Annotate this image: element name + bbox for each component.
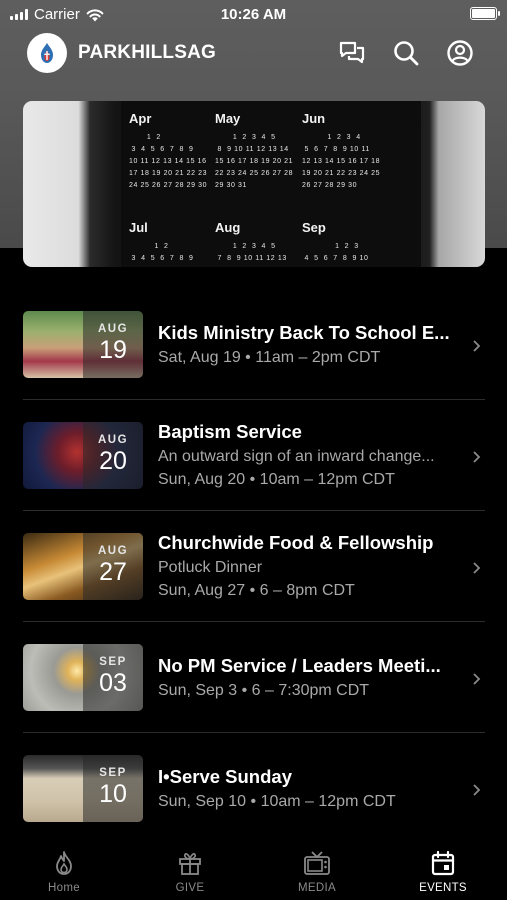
event-date-badge: SEP 03 [83, 644, 143, 711]
event-datetime: Sun, Sep 10 • 10am – 12pm CDT [158, 793, 396, 810]
status-bar: Carrier 10:26 AM [0, 0, 507, 30]
event-title: Baptism Service [158, 421, 302, 442]
tab-label: MEDIA [298, 882, 336, 894]
tab-bar: Home GIVE MEDIA EVENTS [0, 838, 507, 900]
battery-icon [470, 7, 500, 20]
event-subtitle: Potluck Dinner [158, 559, 263, 576]
chevron-right-icon [473, 562, 481, 574]
hero-image: Apr 1 2 3 4 5 6 7 8 9 10 11 12 13 14 15 … [23, 101, 485, 267]
event-datetime: Sun, Aug 27 • 6 – 8pm CDT [158, 582, 355, 599]
event-title: Kids Ministry Back To School E... [158, 322, 450, 343]
event-date-badge: AUG 20 [83, 422, 143, 489]
event-item[interactable]: AUG 20 Baptism Service An outward sign o… [23, 400, 485, 511]
church-logo[interactable] [27, 33, 67, 73]
event-item[interactable]: SEP 03 No PM Service / Leaders Meeti... … [23, 622, 485, 733]
app-header: PARKHILLSAG [0, 33, 507, 73]
flame-logo-icon [41, 43, 53, 63]
chat-icon[interactable] [338, 39, 366, 67]
tab-label: GIVE [175, 882, 205, 894]
chevron-right-icon [473, 673, 481, 685]
calendar-month: Jun 1 2 3 4 5 6 7 8 9 10 11 12 13 14 15 … [302, 111, 381, 189]
event-title: No PM Service / Leaders Meeti... [158, 655, 441, 676]
tab-give[interactable]: GIVE [127, 838, 253, 900]
tab-media[interactable]: MEDIA [254, 838, 380, 900]
event-thumbnail: SEP 03 [23, 644, 143, 711]
status-time: 10:26 AM [220, 6, 287, 23]
event-title: I•Serve Sunday [158, 766, 292, 787]
event-thumbnail: AUG 27 [23, 533, 143, 600]
event-datetime: Sun, Aug 20 • 10am – 12pm CDT [158, 471, 395, 488]
calendar-month: Apr 1 2 3 4 5 6 7 8 9 10 11 12 13 14 15 … [129, 111, 208, 189]
calendar-month: Aug 1 2 3 4 5 7 8 9 10 11 12 13 14 15 16… [215, 220, 287, 262]
chevron-right-icon [473, 451, 481, 463]
event-thumbnail: SEP 10 [23, 755, 143, 822]
tab-home[interactable]: Home [1, 838, 127, 900]
tv-icon [304, 851, 330, 875]
tab-events[interactable]: EVENTS [380, 838, 506, 900]
event-item[interactable]: AUG 27 Churchwide Food & Fellowship Potl… [23, 511, 485, 622]
event-subtitle: An outward sign of an inward change... [158, 448, 435, 465]
search-icon[interactable] [392, 39, 420, 67]
event-date-badge: AUG 19 [83, 311, 143, 378]
profile-icon[interactable] [446, 39, 474, 67]
event-datetime: Sat, Aug 19 • 11am – 2pm CDT [158, 349, 381, 366]
calendar-month: Jul 1 2 3 4 5 6 7 8 9 10 11 12 13 14 15 … [129, 220, 194, 262]
event-date-badge: AUG 27 [83, 533, 143, 600]
flame-icon [56, 851, 72, 875]
calendar-icon [431, 850, 455, 876]
event-title: Churchwide Food & Fellowship [158, 532, 434, 553]
tab-label: Home [48, 882, 80, 894]
event-thumbnail: AUG 20 [23, 422, 143, 489]
brand-name: PARKHILLSAG [78, 42, 217, 63]
calendar-month: May 1 2 3 4 5 8 9 10 11 12 13 14 15 16 1… [215, 111, 294, 189]
event-thumbnail: AUG 19 [23, 311, 143, 378]
event-item[interactable]: SEP 10 I•Serve Sunday Sun, Sep 10 • 10am… [23, 733, 485, 844]
chevron-right-icon [473, 340, 481, 352]
chevron-right-icon [473, 784, 481, 796]
event-item[interactable]: AUG 19 Kids Ministry Back To School E...… [23, 289, 485, 400]
event-date-badge: SEP 10 [83, 755, 143, 822]
calendar-photo: Apr 1 2 3 4 5 6 7 8 9 10 11 12 13 14 15 … [121, 101, 421, 267]
calendar-month: Sep 1 2 3 4 5 6 7 8 9 10 11 12 13 14 15 … [302, 220, 369, 262]
event-datetime: Sun, Sep 3 • 6 – 7:30pm CDT [158, 682, 370, 699]
gift-icon [179, 853, 201, 875]
tab-label: EVENTS [419, 882, 467, 894]
